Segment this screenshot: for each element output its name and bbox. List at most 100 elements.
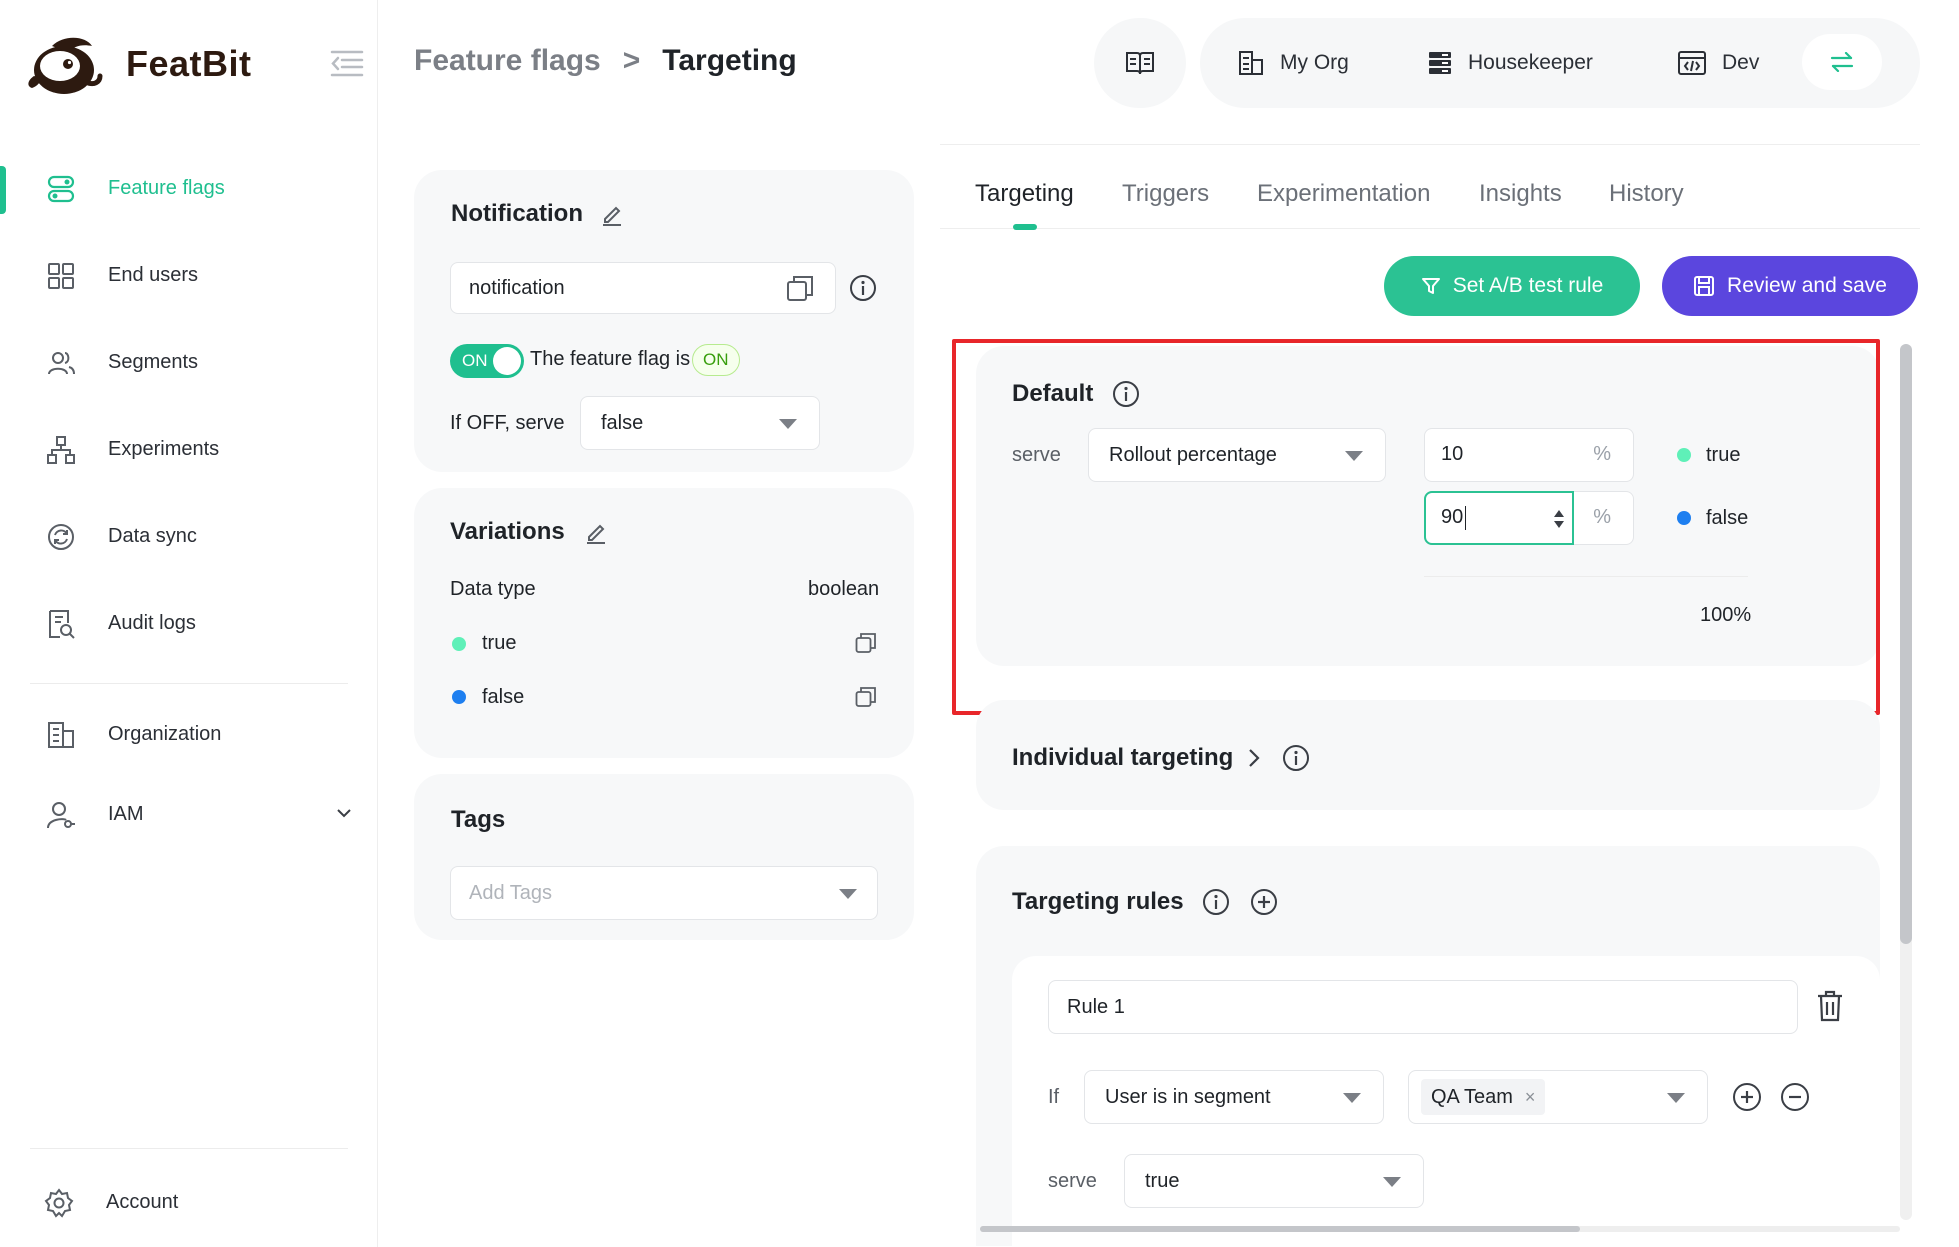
toggle-stack-icon [47,175,75,203]
save-icon [1694,276,1715,296]
horizontal-scrollbar-thumb[interactable] [980,1226,1580,1232]
variations-title: Variations [450,518,565,545]
number-spinner-icon[interactable] [1553,508,1565,530]
sidebar-divider [30,683,348,684]
copy-icon[interactable] [855,686,877,708]
switch-context-button[interactable] [1802,34,1882,90]
chevron-down-icon [1383,1177,1401,1187]
variation-color-dot [452,690,466,704]
rule-name-value: Rule 1 [1067,995,1125,1018]
env-selector[interactable]: Dev [1678,18,1759,108]
header-divider [940,144,1920,145]
chevron-down-icon [1667,1093,1685,1103]
edit-pencil-icon[interactable] [600,202,624,226]
set-ab-test-rule-button[interactable]: Set A/B test rule [1384,256,1640,316]
building-icon [1239,51,1263,75]
sidebar-item-feature-flags[interactable]: Feature flags [0,156,378,220]
highlight-box [952,339,1880,715]
targeting-rules-title: Targeting rules [1012,888,1184,915]
featbit-logo-icon [28,37,103,94]
sidebar-item-audit-logs[interactable]: Audit logs [0,591,378,655]
brand-name: FeatBit [126,43,252,84]
sidebar-item-experiments[interactable]: Experiments [0,417,378,481]
rule-name-field[interactable]: Rule 1 [1048,980,1798,1034]
chevron-down-icon [779,419,797,429]
audit-log-icon [49,610,75,639]
sidebar-item-label: Organization [108,722,222,745]
add-condition-icon[interactable] [1732,1082,1762,1112]
filter-icon [1421,278,1440,294]
rule-condition-select[interactable]: User is in segment [1084,1070,1384,1124]
tags-title: Tags [451,806,506,833]
logo[interactable]: FeatBit [24,28,252,100]
off-serve-label: If OFF, serve [450,412,565,434]
info-icon[interactable] [1202,888,1230,916]
trash-icon[interactable] [1816,990,1844,1022]
swap-arrows-icon [1830,52,1854,72]
data-type-value: boolean [808,578,880,600]
flag-key-value: notification [469,276,565,299]
gear-icon [44,1188,74,1218]
rule-serve-select[interactable]: true [1124,1154,1424,1208]
tab-history[interactable]: History [1609,180,1684,208]
remove-tag-icon[interactable]: × [1525,1087,1536,1108]
rollout-percent-value: 90 [1441,506,1464,528]
chevron-right-icon[interactable] [1246,746,1262,770]
user-key-icon [47,802,75,829]
vertical-scrollbar-thumb[interactable] [1900,344,1912,944]
env-name: Dev [1722,51,1760,74]
rule-if-label: If [1048,1086,1060,1108]
edit-pencil-icon[interactable] [584,520,608,544]
ab-test-label: Set A/B test rule [1452,274,1604,297]
sidebar-item-label: Data sync [108,524,197,547]
org-selector[interactable]: My Org [1238,18,1349,108]
flag-status-toggle[interactable]: ON [450,344,524,378]
active-tab-indicator [1013,224,1037,230]
project-selector[interactable]: Housekeeper [1428,18,1593,108]
building-icon [48,722,74,748]
sidebar-item-organization[interactable]: Organization [0,702,378,766]
rule-serve-label: serve [1048,1170,1097,1192]
rule-serve-value: true [1145,1169,1180,1192]
tags-select[interactable]: Add Tags [450,866,878,920]
status-badge: ON [692,344,740,376]
chevron-down-icon[interactable] [335,804,353,822]
open-book-icon [1126,52,1154,75]
copy-icon[interactable] [786,274,814,302]
sync-icon [48,524,74,550]
info-icon[interactable] [1282,744,1310,772]
org-name: My Org [1280,51,1349,74]
sidebar-item-label: Audit logs [108,611,196,634]
tab-insights[interactable]: Insights [1479,180,1562,208]
breadcrumb: Feature flags > Targeting [414,44,797,78]
individual-targeting-title[interactable]: Individual targeting [1012,744,1233,772]
remove-condition-icon[interactable] [1780,1082,1810,1112]
variation-label: true [482,632,517,654]
tab-targeting[interactable]: Targeting [975,180,1074,208]
info-icon[interactable] [849,274,877,302]
server-stack-icon [1429,52,1451,74]
tab-triggers[interactable]: Triggers [1122,180,1209,208]
review-and-save-button[interactable]: Review and save [1662,256,1918,316]
breadcrumb-parent[interactable]: Feature flags [414,44,601,78]
rule-segment-select[interactable]: QA Team × [1408,1070,1708,1124]
sidebar-item-end-users[interactable]: End users [0,243,378,307]
sidebar-item-label: Segments [108,350,199,373]
sidebar-item-segments[interactable]: Segments [0,330,378,394]
segment-tag-label: QA Team [1431,1085,1513,1108]
collapse-sidebar-icon[interactable] [330,48,364,78]
toggle-label: ON [462,351,488,370]
sidebar-item-account[interactable]: Account [0,1170,378,1234]
sidebar-item-data-sync[interactable]: Data sync [0,504,378,568]
chevron-down-icon [1343,1093,1361,1103]
sidebar-item-iam[interactable]: IAM [0,782,378,846]
tab-experimentation[interactable]: Experimentation [1257,180,1430,208]
off-serve-select[interactable]: false [580,396,820,450]
add-rule-icon[interactable] [1250,888,1278,916]
copy-icon[interactable] [855,632,877,654]
docs-button[interactable] [1094,18,1186,108]
rule-condition-value: User is in segment [1105,1085,1271,1108]
flag-key-field[interactable]: notification [450,262,836,314]
project-name: Housekeeper [1468,51,1593,74]
sidebar-item-label: IAM [108,802,144,825]
